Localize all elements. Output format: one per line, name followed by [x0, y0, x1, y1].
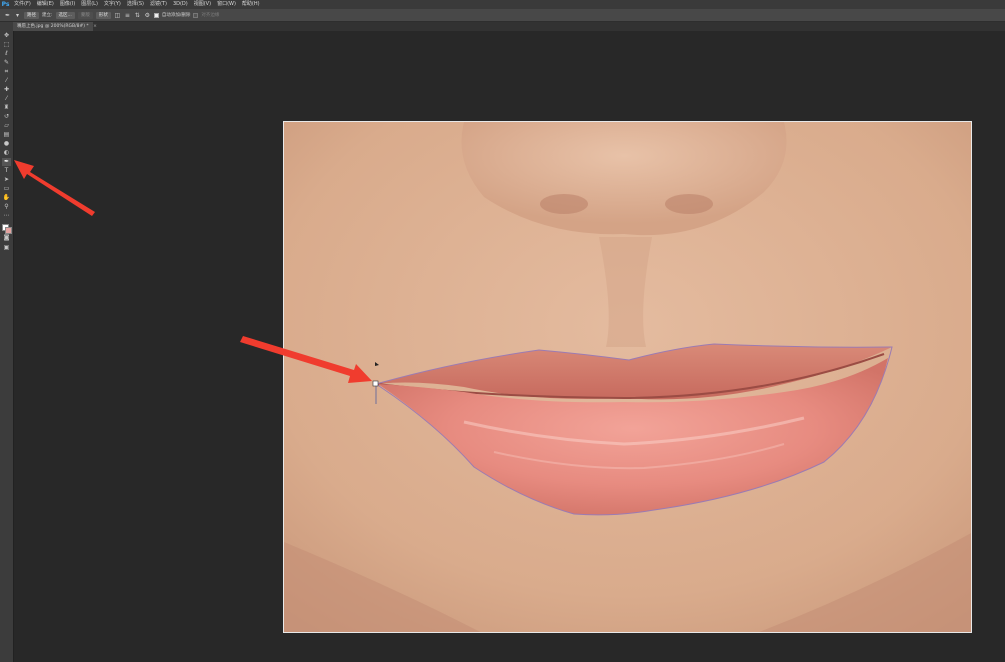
tools-panel: ✥ ⬚ ℓ ✎ ⌗ ⁄ ✚ ⁄ ♜ ↺ ▱ ▤ ● ◐ ✒ T ➤ ▭ ✋ ⚲ ⋯ ◙ ▣	[0, 22, 14, 662]
menu-edit[interactable]: 编辑(E)	[34, 0, 57, 9]
menu-type[interactable]: 文字(Y)	[101, 0, 124, 9]
screen-mode-icon[interactable]: ▣	[2, 244, 11, 252]
options-bar: ✒ ▾ 路径 建立: 选区... 蒙版 形状 ◫ ≡ ⇅ ⚙ 自动添加/删除 对…	[0, 9, 1005, 22]
zoom-tool-icon[interactable]: ⚲	[2, 203, 11, 211]
make-mask-button[interactable]: 蒙版	[77, 11, 93, 19]
document-canvas[interactable]	[283, 121, 972, 633]
auto-add-delete-label: 自动添加/删除	[161, 13, 191, 18]
history-brush-tool-icon[interactable]: ↺	[2, 113, 11, 121]
make-shape-button[interactable]: 形状	[95, 11, 111, 19]
menu-layer[interactable]: 图层(L)	[78, 0, 101, 9]
document-tab-bar: 嘴唇上色.jpg @ 200%(RGB/8#) * ×	[13, 22, 1005, 31]
auto-add-delete-checkbox[interactable]	[153, 12, 159, 18]
quick-select-tool-icon[interactable]: ✎	[2, 59, 11, 67]
move-tool-icon[interactable]: ✥	[2, 32, 11, 40]
menu-image[interactable]: 图像(I)	[57, 0, 78, 9]
healing-brush-tool-icon[interactable]: ✚	[2, 86, 11, 94]
background-color-swatch[interactable]	[5, 227, 12, 234]
anchor-point	[372, 380, 379, 387]
eyedropper-tool-icon[interactable]: ⁄	[2, 77, 11, 85]
settings-gear-icon[interactable]: ⚙	[144, 12, 151, 19]
document-tab-title: 嘴唇上色.jpg @ 200%(RGB/8#) *	[17, 24, 89, 29]
pen-tool-icon[interactable]: ✒	[2, 158, 11, 166]
edit-toolbar-icon[interactable]: ⋯	[2, 212, 11, 220]
hand-tool-icon[interactable]: ✋	[2, 194, 11, 202]
menu-help[interactable]: 帮助(H)	[239, 0, 263, 9]
path-alignment-icon[interactable]: ≡	[124, 12, 131, 19]
align-edges-checkbox[interactable]	[193, 12, 199, 18]
gradient-tool-icon[interactable]: ▤	[2, 131, 11, 139]
close-icon[interactable]: ×	[93, 24, 97, 29]
dodge-tool-icon[interactable]: ◐	[2, 149, 11, 157]
photoshop-logo-icon: Ps	[0, 0, 11, 9]
menu-select[interactable]: 选择(S)	[124, 0, 147, 9]
brush-tool-icon[interactable]: ⁄	[2, 95, 11, 103]
make-label: 建立:	[42, 13, 53, 18]
chevron-down-icon[interactable]: ▾	[14, 12, 21, 19]
path-selection-tool-icon[interactable]: ➤	[2, 176, 11, 184]
make-selection-button[interactable]: 选区...	[55, 11, 75, 19]
tool-mode-select[interactable]: 路径	[24, 11, 39, 19]
marquee-tool-icon[interactable]: ⬚	[2, 41, 11, 49]
arrow-to-pen-tool-icon	[14, 160, 95, 216]
menu-file[interactable]: 文件(F)	[11, 0, 34, 9]
blur-tool-icon[interactable]: ●	[2, 140, 11, 148]
document-tab[interactable]: 嘴唇上色.jpg @ 200%(RGB/8#) * ×	[13, 22, 97, 31]
menu-3d[interactable]: 3D(D)	[170, 0, 191, 9]
crop-tool-icon[interactable]: ⌗	[2, 68, 11, 76]
menu-view[interactable]: 视图(V)	[191, 0, 214, 9]
clone-stamp-tool-icon[interactable]: ♜	[2, 104, 11, 112]
lasso-tool-icon[interactable]: ℓ	[2, 50, 11, 58]
lips-photo	[284, 122, 971, 632]
path-arrangement-icon[interactable]: ⇅	[134, 12, 141, 19]
type-tool-icon[interactable]: T	[2, 167, 11, 175]
path-operations-icon[interactable]: ◫	[114, 12, 121, 19]
align-edges-label: 对齐边缘	[201, 13, 220, 18]
pen-tool-preset-icon[interactable]: ✒	[4, 12, 11, 19]
menu-window[interactable]: 窗口(W)	[214, 0, 239, 9]
rectangle-tool-icon[interactable]: ▭	[2, 185, 11, 193]
quick-mask-icon[interactable]: ◙	[2, 234, 11, 242]
menu-bar: Ps 文件(F) 编辑(E) 图像(I) 图层(L) 文字(Y) 选择(S) 滤…	[0, 0, 1005, 9]
eraser-tool-icon[interactable]: ▱	[2, 122, 11, 130]
menu-filter[interactable]: 滤镜(T)	[147, 0, 170, 9]
